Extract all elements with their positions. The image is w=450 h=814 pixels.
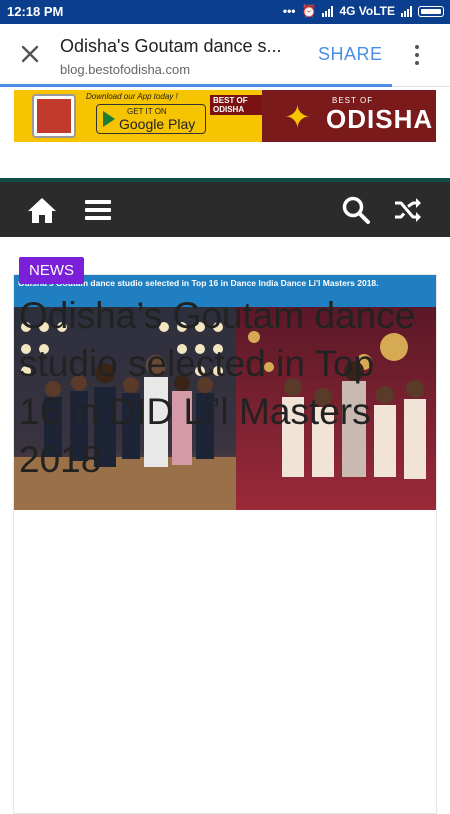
play-store-icon <box>103 111 115 127</box>
get-it-on-label: GET IT ON <box>127 107 167 116</box>
banner-download-text: Download our App today ! <box>86 92 178 101</box>
search-icon[interactable] <box>340 194 372 226</box>
shuffle-icon[interactable] <box>392 194 424 226</box>
banner-small-badge: BEST OF ODISHA <box>210 95 262 115</box>
network-type: 4G VoLTE <box>339 4 395 18</box>
banner-brand: ✦ BEST OF ODISHA <box>262 90 436 142</box>
status-time: 12:18 PM <box>7 4 64 19</box>
app-download-banner[interactable]: Download our App today ! BEST OF ODISHA … <box>14 90 436 142</box>
menu-icon[interactable] <box>82 194 114 226</box>
wifi-signal-icon <box>322 5 334 17</box>
banner-brand-name: ODISHA <box>326 104 434 134</box>
home-icon[interactable] <box>26 194 58 226</box>
page-title: Odisha's Goutam dance s... <box>60 36 282 56</box>
status-bar: 12:18 PM ••• ⏰ 4G VoLTE <box>0 0 450 24</box>
google-play-label: Google Play <box>119 116 196 132</box>
battery-icon <box>418 5 444 17</box>
status-icons: ••• ⏰ 4G VoLTE <box>283 4 444 18</box>
more-options-icon[interactable] <box>410 43 424 67</box>
best-of-odisha-logo-icon: ✦ <box>284 99 311 135</box>
site-navbar <box>0 182 450 237</box>
alarm-icon: ⏰ <box>301 4 317 18</box>
phone-illustration <box>32 94 76 138</box>
google-play-badge[interactable]: GET IT ON Google Play <box>96 104 206 134</box>
page-load-progress <box>0 84 392 87</box>
share-button[interactable]: SHARE <box>318 44 383 65</box>
page-url: blog.bestofodisha.com <box>60 62 191 77</box>
category-tag[interactable]: NEWS <box>19 257 84 284</box>
article-headline[interactable]: Odisha’s Goutam dance studio selected in… <box>19 292 419 484</box>
close-icon[interactable] <box>18 42 42 66</box>
custom-tab-toolbar: Odisha's Goutam dance s... blog.bestofod… <box>0 24 450 87</box>
cell-signal-icon <box>401 5 412 17</box>
notification-dots-icon: ••• <box>282 4 296 18</box>
banner-left: Download our App today ! BEST OF ODISHA … <box>14 90 262 142</box>
